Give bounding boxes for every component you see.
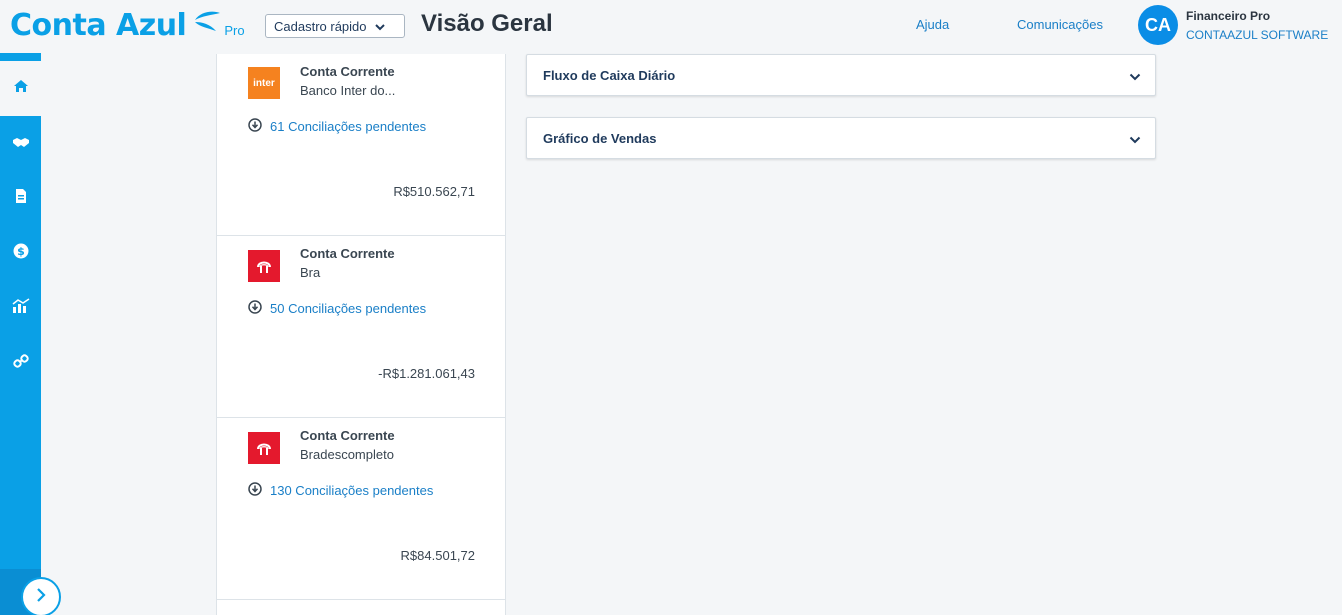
bradesco-bank-logo bbox=[248, 432, 280, 464]
home-icon bbox=[13, 79, 29, 98]
sidebar: $ bbox=[0, 61, 41, 615]
cash-flow-title: Fluxo de Caixa Diário bbox=[543, 67, 676, 83]
account-balance: R$510.562,71 bbox=[393, 184, 475, 199]
account-name: Banco Inter do... bbox=[300, 83, 396, 98]
chevron-down-icon[interactable] bbox=[1129, 69, 1141, 84]
conta-azul-logo[interactable]: Conta Azul Pro bbox=[10, 8, 245, 43]
svg-text:$: $ bbox=[17, 245, 25, 258]
user-company[interactable]: CONTAAZUL SOFTWARE bbox=[1186, 28, 1328, 42]
pending-reconciliations-link[interactable]: 130 Conciliações pendentes bbox=[248, 482, 433, 499]
communications-link[interactable]: Comunicações bbox=[1017, 17, 1103, 32]
account-type: Conta Corrente bbox=[300, 64, 395, 79]
quick-register-label: Cadastro rápido bbox=[274, 18, 367, 34]
inter-bank-logo: inter bbox=[248, 67, 280, 99]
link-icon bbox=[12, 353, 29, 374]
sidebar-item-home[interactable] bbox=[0, 61, 41, 116]
avatar[interactable]: CA bbox=[1138, 5, 1178, 45]
help-link[interactable]: Ajuda bbox=[916, 17, 949, 32]
bradesco-bank-logo bbox=[248, 250, 280, 282]
account-balance: -R$1.281.061,43 bbox=[378, 366, 475, 381]
account-name: Bra bbox=[300, 265, 321, 280]
cash-flow-panel[interactable]: Fluxo de Caixa Diário bbox=[526, 54, 1156, 96]
logo-pro-label: Pro bbox=[224, 23, 245, 38]
logo-mark-icon bbox=[192, 10, 222, 37]
download-circle-icon bbox=[248, 300, 262, 317]
expand-sidebar-button[interactable] bbox=[21, 577, 61, 615]
sidebar-item-sales[interactable] bbox=[0, 116, 41, 171]
logo-text: Conta Azul bbox=[10, 8, 187, 43]
chart-icon bbox=[12, 298, 30, 319]
document-icon bbox=[14, 188, 28, 209]
handshake-icon bbox=[12, 135, 30, 153]
download-circle-icon bbox=[248, 118, 262, 135]
account-name: Bradescompleto bbox=[300, 447, 394, 462]
bank-accounts-list: inter Conta Corrente Banco Inter do... 6… bbox=[216, 54, 506, 615]
pending-label: 130 Conciliações pendentes bbox=[270, 483, 434, 498]
account-card[interactable]: Conta Corrente Bradescompleto 130 Concil… bbox=[217, 418, 505, 600]
top-header: Conta Azul Pro Cadastro rápido Visão Ger… bbox=[0, 0, 1342, 54]
pending-reconciliations-link[interactable]: 61 Conciliações pendentes bbox=[248, 118, 426, 135]
download-circle-icon bbox=[248, 482, 262, 499]
account-card[interactable]: Conta Corrente Bra 50 Conciliações pende… bbox=[217, 236, 505, 418]
sidebar-item-integrations[interactable] bbox=[0, 336, 41, 391]
quick-register-dropdown[interactable]: Cadastro rápido bbox=[265, 14, 405, 38]
chevron-down-icon[interactable] bbox=[1129, 132, 1141, 147]
account-card[interactable]: inter Conta Corrente Banco Inter do... 6… bbox=[217, 54, 505, 236]
chevron-down-icon bbox=[374, 19, 385, 34]
pending-label: 50 Conciliações pendentes bbox=[270, 301, 427, 316]
account-balance: R$84.501,72 bbox=[400, 548, 475, 563]
account-type: Conta Corrente bbox=[300, 246, 395, 261]
page-title: Visão Geral bbox=[421, 10, 553, 37]
inter-logo-text: inter bbox=[253, 77, 275, 89]
pending-reconciliations-link[interactable]: 50 Conciliações pendentes bbox=[248, 300, 426, 317]
sidebar-item-finance[interactable]: $ bbox=[0, 226, 41, 281]
chevron-right-icon bbox=[36, 587, 46, 607]
sidebar-item-documents[interactable] bbox=[0, 171, 41, 226]
sidebar-item-reports[interactable] bbox=[0, 281, 41, 336]
dollar-icon: $ bbox=[13, 243, 29, 264]
user-name[interactable]: Financeiro Pro bbox=[1186, 9, 1270, 23]
sales-chart-panel[interactable]: Gráfico de Vendas bbox=[526, 117, 1156, 159]
logo-underline bbox=[0, 53, 41, 61]
sales-chart-title: Gráfico de Vendas bbox=[543, 130, 657, 146]
account-type: Conta Corrente bbox=[300, 428, 395, 443]
pending-label: 61 Conciliações pendentes bbox=[270, 119, 427, 134]
